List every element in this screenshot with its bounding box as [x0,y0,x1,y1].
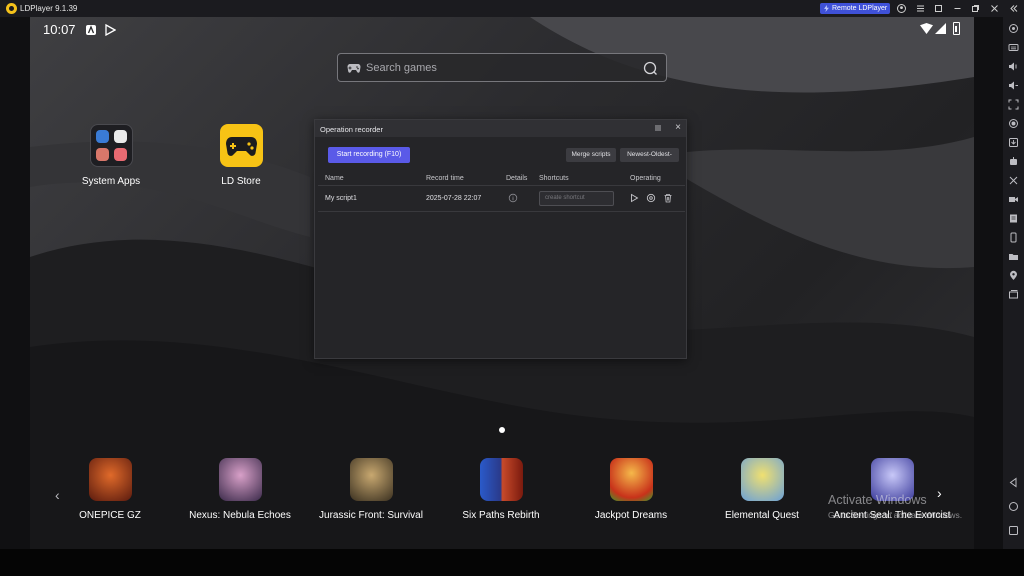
settings-icon[interactable] [1008,23,1019,34]
pin-icon[interactable] [934,4,943,13]
signal-icon [935,23,946,34]
home-icon[interactable] [1008,501,1019,512]
dialog-titlebar: Operation recorder × [315,120,686,137]
recent-apps-icon[interactable] [1008,525,1019,536]
clock: 10:07 [43,22,76,37]
document-icon[interactable] [1008,213,1019,224]
ldplayer-window: LDPlayer 9.1.39 Remote LDPlayer 10:07 Se… [0,0,1024,576]
dock-app-label: Six Paths Rebirth [462,510,540,521]
wifi-icon [920,23,933,34]
delete-script-icon[interactable] [663,193,673,203]
search-games-input[interactable]: Search games [337,53,667,82]
create-shortcut-input[interactable]: create shortcut [539,191,614,206]
dialog-menu-icon[interactable] [654,124,662,132]
column-operating: Operating [630,175,661,182]
notification-a-icon [85,23,97,35]
back-icon[interactable] [1008,477,1019,488]
gamepad-icon [220,124,263,167]
gamepad-icon [347,64,361,73]
dock-app-six-paths-rebirth[interactable]: Six Paths Rebirth [436,458,566,521]
sort-order-button[interactable]: Newest-Oldest- [620,148,679,162]
status-bar: 10:07 [30,17,974,41]
android-screen: 10:07 Search games System Apps LD Store … [30,17,974,549]
keyboard-mapping-icon[interactable] [1008,42,1019,53]
table-row[interactable]: My script1 2025-07-28 22:07 create short… [318,186,685,212]
play-script-icon[interactable] [629,193,639,203]
column-record-time: Record time [426,175,464,182]
robot-icon[interactable] [1008,156,1019,167]
activate-windows-watermark: Activate Windows Go to Settings to activ… [828,493,962,520]
right-toolbar [1003,17,1024,549]
left-border [0,17,30,549]
dialog-title: Operation recorder [320,125,383,134]
restore-icon[interactable] [971,4,980,13]
menu-icon[interactable] [916,4,925,13]
minimize-icon[interactable] [953,4,962,13]
column-shortcuts: Shortcuts [539,175,569,182]
window-title: LDPlayer 9.1.39 [20,4,78,13]
search-placeholder: Search games [366,62,437,74]
scissors-icon[interactable] [1008,175,1019,186]
operation-recorder-dialog: Operation recorder × Start recording (F1… [314,119,687,359]
script-name: My script1 [325,195,357,202]
dock-app-jurassic-front-survival[interactable]: Jurassic Front: Survival [306,458,436,521]
game-icon [609,458,653,501]
bottom-border [0,549,1024,576]
battery-icon [953,22,960,35]
dock-app-nexus-nebula-echoes[interactable]: Nexus: Nebula Echoes [175,458,305,521]
collapse-sidebar-icon[interactable] [1009,4,1018,13]
merge-scripts-button[interactable]: Merge scripts [566,148,616,162]
location-icon[interactable] [1008,270,1019,281]
dock-app-label: Elemental Quest [725,510,799,521]
remote-ldplayer-button[interactable]: Remote LDPlayer [820,3,890,14]
ldplayer-logo-icon [6,3,17,14]
play-store-icon [104,23,117,37]
game-icon [88,458,132,501]
page-indicator [499,427,505,433]
app-ld-store[interactable]: LD Store [220,124,291,187]
multi-instance-icon[interactable] [1008,289,1019,300]
watermark-line-2: Go to Settings to activate Windows. [828,510,963,520]
folder-icon [90,124,133,167]
watermark-line-1: Activate Windows [828,493,927,507]
game-icon [479,458,523,501]
remote-ldplayer-label: Remote LDPlayer [832,5,888,12]
folder-icon[interactable] [1008,251,1019,262]
account-icon[interactable] [897,4,906,13]
app-label: LD Store [221,176,261,187]
volume-up-icon[interactable] [1008,61,1019,72]
search-icon[interactable] [643,61,657,75]
app-system-apps[interactable]: System Apps [82,124,161,187]
dock-app-label: Nexus: Nebula Echoes [189,510,291,521]
volume-down-icon[interactable] [1008,80,1019,91]
game-icon [740,458,784,501]
dock-app-onepice-gz[interactable]: ONEPICE GZ [45,458,175,521]
details-info-icon[interactable] [508,193,518,203]
dock-app-elemental-quest[interactable]: Elemental Quest [697,458,827,521]
dock-app-label: Jackpot Dreams [594,510,668,521]
scripts-table: Name Record time Details Shortcuts Opera… [318,171,685,212]
record-icon[interactable] [1008,118,1019,129]
right-border [974,17,1003,549]
script-record-time: 2025-07-28 22:07 [426,195,482,202]
phone-icon[interactable] [1008,232,1019,243]
dock-app-jackpot-dreams[interactable]: Jackpot Dreams [566,458,696,521]
script-settings-icon[interactable] [646,193,656,203]
app-label: System Apps [81,176,141,187]
start-recording-button[interactable]: Start recording (F10) [328,147,410,163]
game-icon [349,458,393,501]
dialog-close-icon[interactable]: × [675,123,681,133]
apk-install-icon[interactable] [1008,137,1019,148]
dock-app-label: ONEPICE GZ [79,510,141,521]
game-icon [218,458,262,501]
table-header: Name Record time Details Shortcuts Opera… [318,171,685,186]
lightning-icon [824,5,829,12]
video-icon[interactable] [1008,194,1019,205]
close-icon[interactable] [990,4,999,13]
title-bar: LDPlayer 9.1.39 Remote LDPlayer [0,0,1024,17]
column-details: Details [506,175,528,182]
column-name: Name [325,175,344,182]
screenshot-icon[interactable] [1008,99,1019,110]
dock-app-label: Jurassic Front: Survival [319,510,423,521]
